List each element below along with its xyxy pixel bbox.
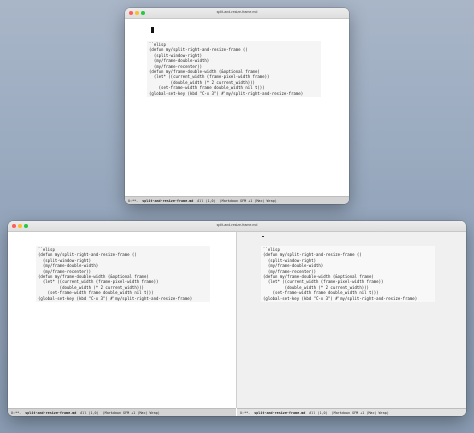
title-bar[interactable]: split-and-resize-frame.md [8, 221, 466, 232]
left-mode-line[interactable]: U:**- split-and-resize-frame.md All (1,0… [8, 408, 236, 416]
modeline-modes[interactable]: (Markdown GFM +1 (Mac) Wrap) [332, 411, 389, 415]
modeline-position: All (1,0) [309, 410, 328, 415]
modeline-status: U:**- [128, 198, 139, 203]
mode-line[interactable]: U:**- split-and-resize-frame.md All (1,0… [125, 196, 349, 204]
window-title: split-and-resize-frame.md [216, 10, 258, 14]
left-editor-pane[interactable]: ``elisp (defun my/split-right-and-resize-… [8, 232, 236, 408]
modeline-position: All (1,0) [80, 410, 99, 415]
code-line: (global-set-key (kbd "C-x 3") #'my/split… [149, 90, 304, 96]
title-bar[interactable]: split-and-resize-frame.md [125, 8, 349, 19]
modeline-status: U:**- [11, 410, 22, 415]
code-line: (global-set-key (kbd "C-x 3") #'my/split… [263, 295, 418, 301]
modeline-buffer-name[interactable]: split-and-resize-frame.md [254, 411, 305, 415]
code-block[interactable]: ``elisp (defun my/split-right-and-resize-… [147, 41, 321, 98]
text-cursor [151, 27, 154, 33]
window-title: split-and-resize-frame.md [216, 223, 258, 227]
code-line: (global-set-key (kbd "C-x 3") #'my/split… [38, 295, 193, 301]
code-block-right[interactable]: ``elisp (defun my/split-right-and-resize-… [261, 246, 435, 303]
right-editor-pane[interactable]: ``elisp (defun my/split-right-and-resize-… [237, 232, 466, 408]
text-cursor [262, 236, 264, 237]
emacs-frame-small: split-and-resize-frame.md ``elisp (defun … [125, 8, 349, 204]
modeline-modes[interactable]: (Markdown GFM +1 (Mac) Wrap) [103, 411, 160, 415]
modeline-position: All (1,0) [197, 198, 216, 203]
right-mode-line[interactable]: U:**- split-and-resize-frame.md All (1,0… [237, 408, 466, 416]
modeline-status: U:**- [240, 410, 251, 415]
modeline-modes[interactable]: (Markdown GFM +1 (Mac) Wrap) [220, 199, 277, 203]
editor-pane[interactable]: ``elisp (defun my/split-right-and-resize-… [125, 19, 349, 196]
modeline-buffer-name[interactable]: split-and-resize-frame.md [25, 411, 76, 415]
modeline-buffer-name[interactable]: split-and-resize-frame.md [142, 199, 193, 203]
emacs-frame-split: split-and-resize-frame.md ``elisp (defun … [8, 221, 466, 416]
code-block-left[interactable]: ``elisp (defun my/split-right-and-resize-… [36, 246, 210, 303]
